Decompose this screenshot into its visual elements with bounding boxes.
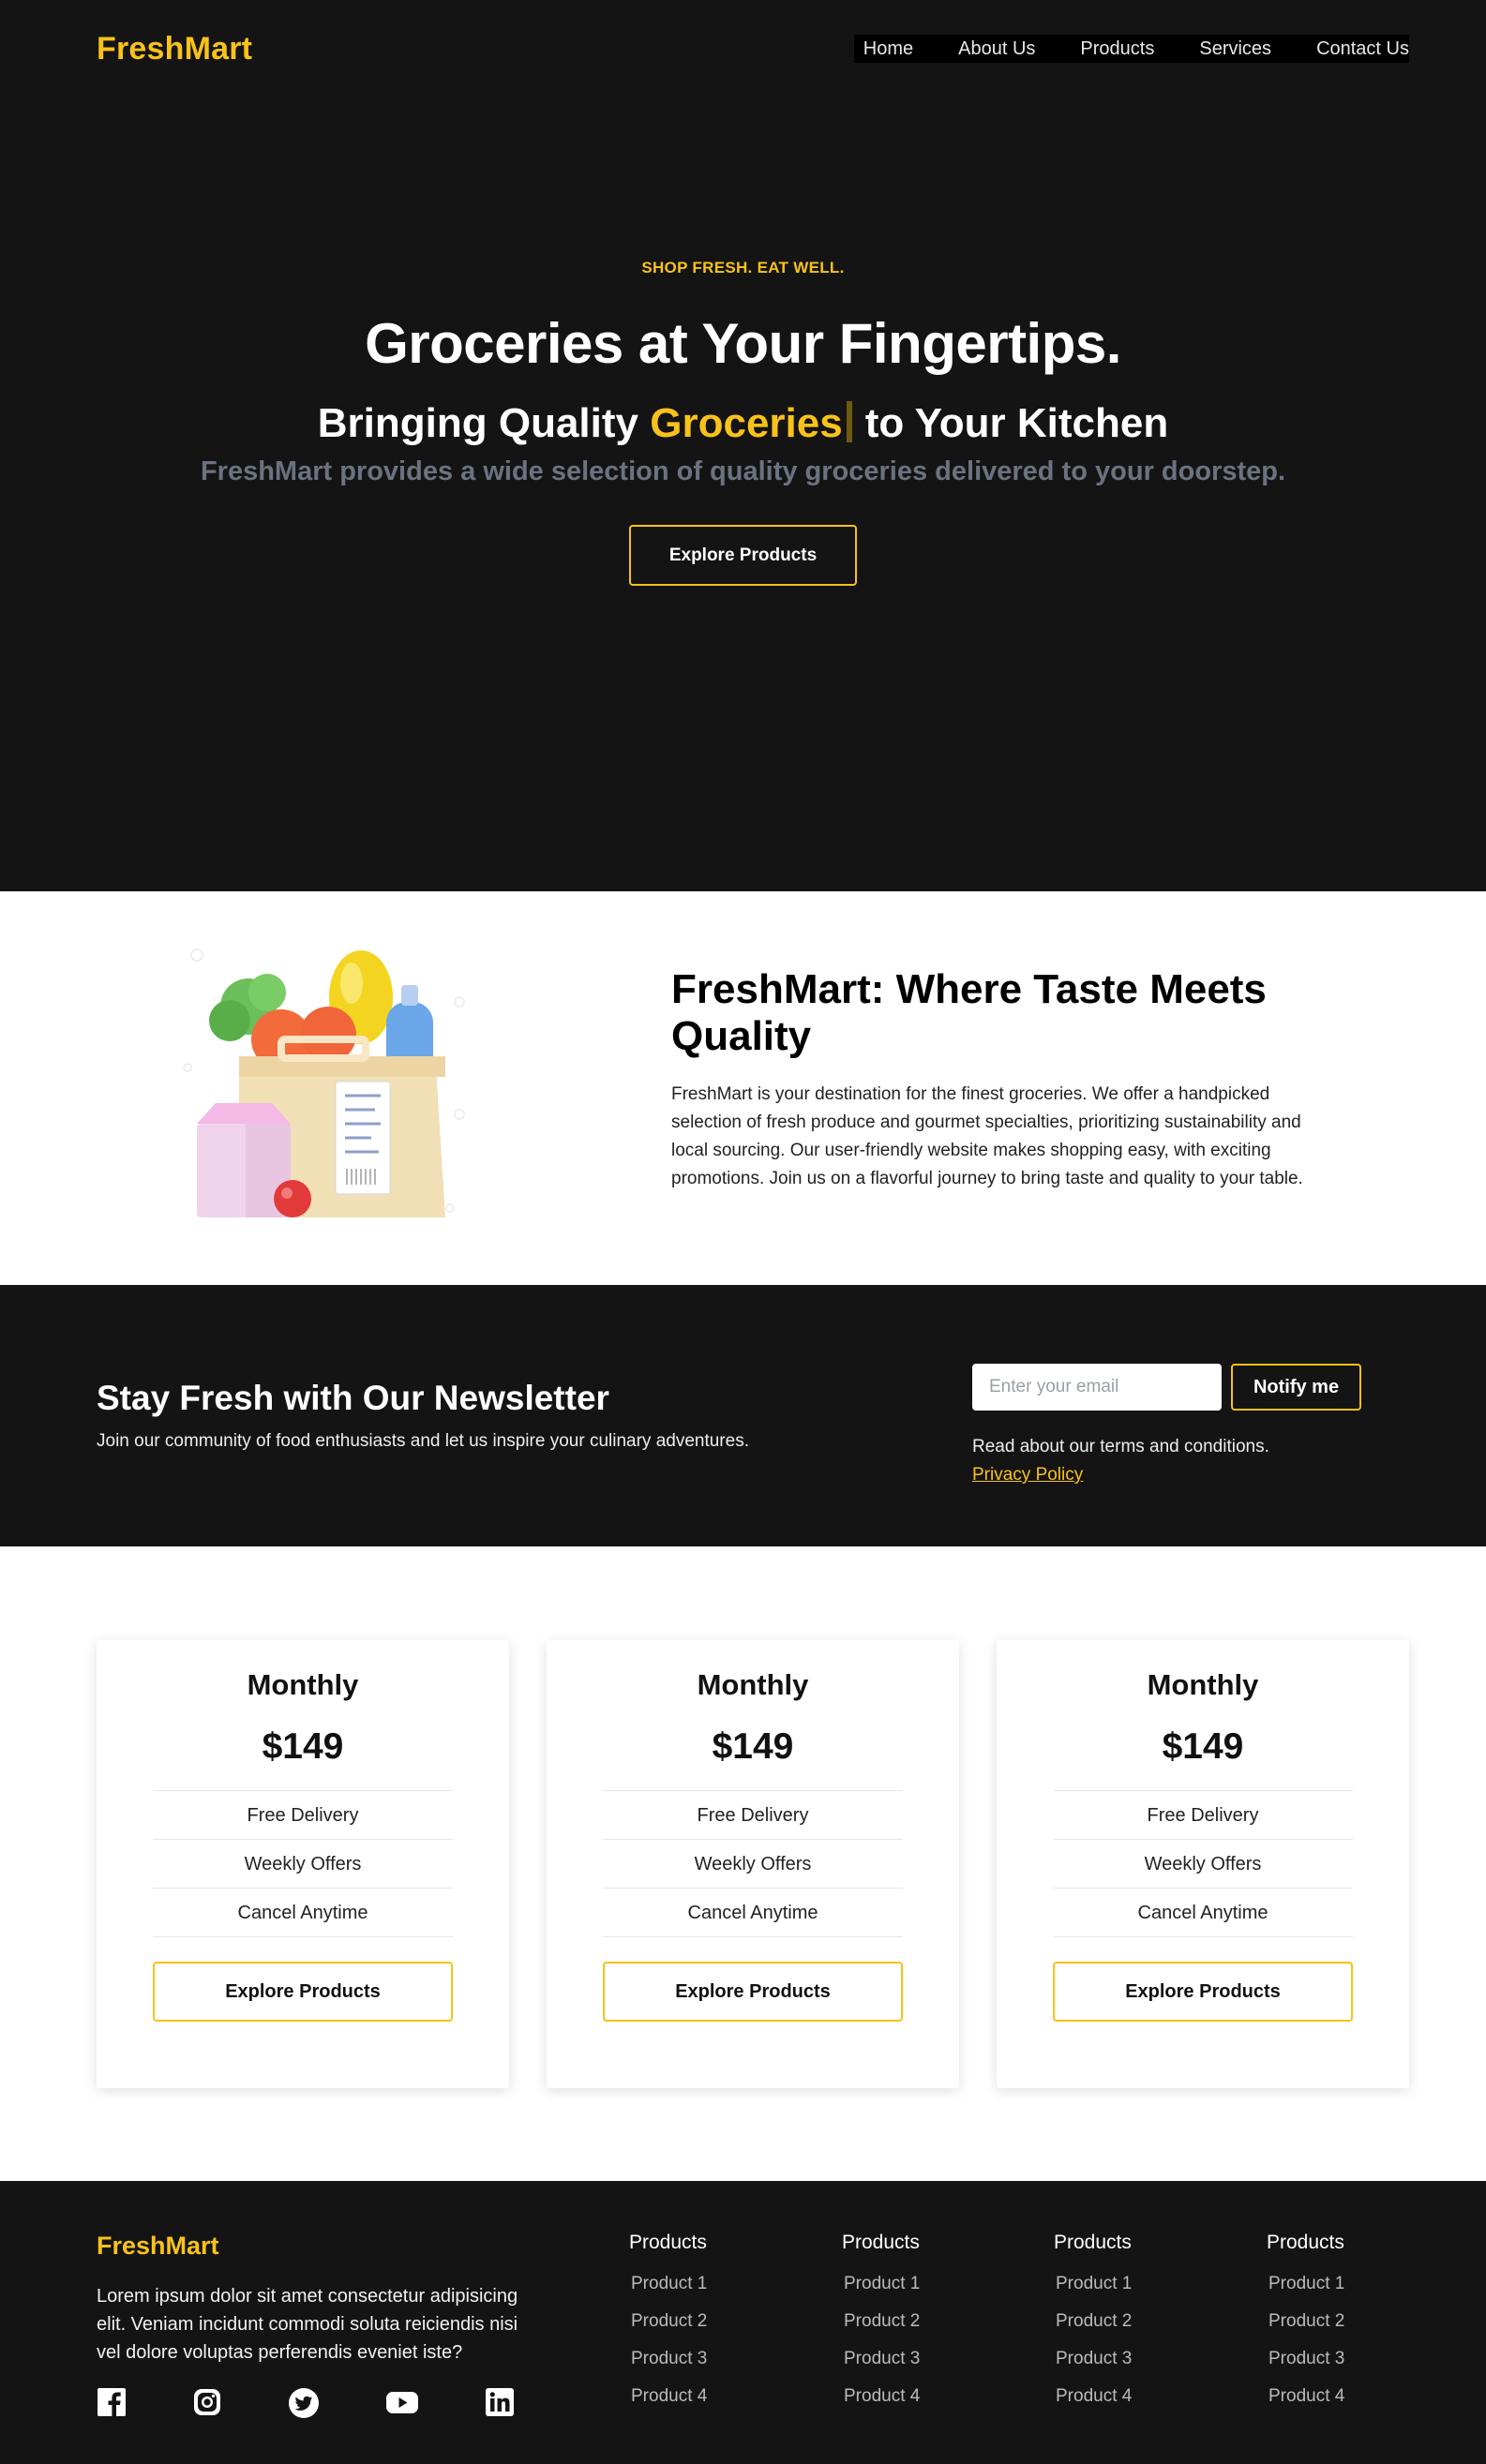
hero-explore-button[interactable]: Explore Products xyxy=(629,525,857,586)
plan-explore-button[interactable]: Explore Products xyxy=(153,1962,453,2022)
footer-link[interactable]: Product 4 xyxy=(1267,2378,1344,2415)
hero-section: FreshMart Home About Us Products Service… xyxy=(0,0,1486,891)
hero-subtitle-after: to Your Kitchen xyxy=(864,400,1169,446)
hero-subtitle-before: Bringing Quality xyxy=(317,400,639,446)
hero-description: FreshMart provides a wide selection of q… xyxy=(200,456,1286,486)
about-title: FreshMart: Where Taste Meets Quality xyxy=(671,966,1267,1059)
footer-link[interactable]: Product 3 xyxy=(629,2340,707,2378)
nav-links: Home About Us Products Services Contact … xyxy=(853,35,1409,63)
footer-description: Lorem ipsum dolor sit amet consectetur a… xyxy=(97,2286,518,2363)
plan-explore-button[interactable]: Explore Products xyxy=(603,1962,903,2022)
footer-link[interactable]: Product 4 xyxy=(1054,2378,1132,2415)
plan-feature: Free Delivery xyxy=(1053,1791,1353,1840)
plan-features: Free Delivery Weekly Offers Cancel Anyti… xyxy=(603,1790,903,1937)
footer-link[interactable]: Product 3 xyxy=(1267,2340,1344,2378)
hero-subtitle-highlight: Groceries xyxy=(650,400,843,446)
pricing-card: Monthly $149 Free Delivery Weekly Offers… xyxy=(547,1640,959,2088)
pricing-section: Monthly $149 Free Delivery Weekly Offers… xyxy=(0,1546,1486,2181)
youtube-icon[interactable] xyxy=(385,2387,419,2424)
nav-item-about-us[interactable]: About Us xyxy=(936,38,1058,60)
about-body: FreshMart is your destination for the fi… xyxy=(671,1084,1303,1188)
social-links xyxy=(97,2387,515,2424)
footer-link[interactable]: Product 1 xyxy=(842,2265,920,2303)
plan-explore-button[interactable]: Explore Products xyxy=(1053,1962,1353,2022)
grocery-bag-illustration xyxy=(183,948,465,1217)
newsletter-section: Stay Fresh with Our Newsletter Join our … xyxy=(0,1285,1486,1546)
plan-title: Monthly xyxy=(1147,1668,1259,1701)
notify-me-button[interactable]: Notify me xyxy=(1231,1364,1361,1411)
footer-link[interactable]: Product 2 xyxy=(842,2303,920,2340)
hero-eyebrow: SHOP FRESH. EAT WELL. xyxy=(641,259,845,276)
plan-feature: Cancel Anytime xyxy=(1053,1889,1353,1937)
newsletter-subtitle: Join our community of food enthusiasts a… xyxy=(97,1431,749,1451)
pricing-card: Monthly $149 Free Delivery Weekly Offers… xyxy=(97,1640,509,2088)
plan-price: $149 xyxy=(1162,1726,1244,1767)
plan-feature: Free Delivery xyxy=(603,1791,903,1840)
footer-column-heading: Products xyxy=(1054,2232,1132,2253)
footer-column-heading: Products xyxy=(1267,2232,1344,2253)
about-text: FreshMart: Where Taste Meets Quality Fre… xyxy=(671,966,1328,1193)
plan-feature: Free Delivery xyxy=(153,1791,453,1840)
privacy-policy-link[interactable]: Privacy Policy xyxy=(972,1465,1083,1486)
footer-logo[interactable]: FreshMart xyxy=(97,2232,219,2261)
plan-feature: Weekly Offers xyxy=(1053,1840,1353,1889)
plan-price: $149 xyxy=(712,1726,794,1767)
instagram-icon[interactable] xyxy=(192,2387,222,2424)
pricing-card: Monthly $149 Free Delivery Weekly Offers… xyxy=(997,1640,1409,2088)
site-footer: FreshMart Lorem ipsum dolor sit amet con… xyxy=(0,2181,1486,2464)
plan-feature: Weekly Offers xyxy=(603,1840,903,1889)
plan-feature: Cancel Anytime xyxy=(153,1889,453,1937)
top-navbar: FreshMart Home About Us Products Service… xyxy=(97,30,1409,67)
apple-icon xyxy=(274,1180,311,1217)
hero-subtitle: Bringing Quality Groceries to Your Kitche… xyxy=(0,400,1486,447)
footer-column: Products Product 1 Product 2 Product 3 P… xyxy=(629,2232,707,2415)
plan-title: Monthly xyxy=(247,1668,359,1701)
facebook-icon[interactable] xyxy=(97,2387,127,2424)
hero-content: SHOP FRESH. EAT WELL. Groceries at Your … xyxy=(0,259,1486,586)
twitter-icon[interactable] xyxy=(288,2387,320,2424)
plan-feature: Weekly Offers xyxy=(153,1840,453,1889)
footer-column-heading: Products xyxy=(842,2232,920,2253)
footer-column: Products Product 1 Product 2 Product 3 P… xyxy=(842,2232,920,2415)
hero-title: Groceries at Your Fingertips. xyxy=(365,312,1121,375)
nav-item-contact-us[interactable]: Contact Us xyxy=(1294,38,1409,60)
footer-link[interactable]: Product 3 xyxy=(1054,2340,1132,2378)
footer-column-heading: Products xyxy=(629,2232,707,2253)
footer-link[interactable]: Product 4 xyxy=(842,2378,920,2415)
footer-link[interactable]: Product 2 xyxy=(1267,2303,1344,2340)
newsletter-email-input[interactable] xyxy=(972,1364,1222,1411)
newsletter-terms-text: Read about our terms and conditions. xyxy=(972,1437,1269,1456)
footer-link[interactable]: Product 1 xyxy=(1267,2265,1344,2303)
footer-column: Products Product 1 Product 2 Product 3 P… xyxy=(1267,2232,1344,2415)
footer-column: Products Product 1 Product 2 Product 3 P… xyxy=(1054,2232,1132,2415)
footer-link[interactable]: Product 1 xyxy=(629,2265,707,2303)
plan-features: Free Delivery Weekly Offers Cancel Anyti… xyxy=(153,1790,453,1937)
footer-link[interactable]: Product 2 xyxy=(629,2303,707,2340)
linkedin-icon[interactable] xyxy=(485,2387,515,2424)
nav-item-services[interactable]: Services xyxy=(1177,38,1294,60)
plan-feature: Cancel Anytime xyxy=(603,1889,903,1937)
plan-title: Monthly xyxy=(697,1668,809,1701)
footer-link[interactable]: Product 1 xyxy=(1054,2265,1132,2303)
about-section: FreshMart: Where Taste Meets Quality Fre… xyxy=(0,891,1486,1285)
nav-item-home[interactable]: Home xyxy=(854,38,936,60)
plan-features: Free Delivery Weekly Offers Cancel Anyti… xyxy=(1053,1790,1353,1937)
nav-item-products[interactable]: Products xyxy=(1058,38,1177,60)
footer-link[interactable]: Product 2 xyxy=(1054,2303,1132,2340)
plan-price: $149 xyxy=(262,1726,344,1767)
typing-caret xyxy=(846,401,852,442)
footer-link[interactable]: Product 4 xyxy=(629,2378,707,2415)
newsletter-title: Stay Fresh with Our Newsletter xyxy=(97,1379,609,1417)
footer-link[interactable]: Product 3 xyxy=(842,2340,920,2378)
brand-logo[interactable]: FreshMart xyxy=(97,31,252,67)
